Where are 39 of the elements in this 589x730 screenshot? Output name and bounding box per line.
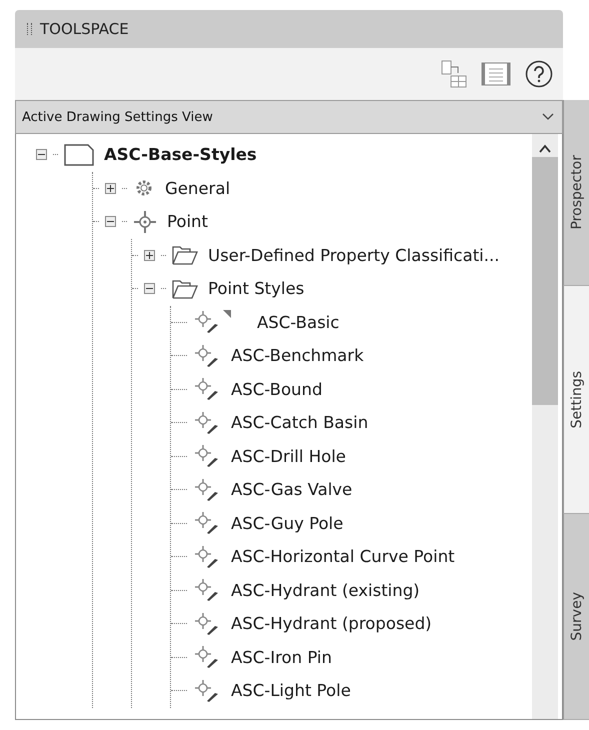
panel-title: TOOLSPACE	[40, 20, 129, 38]
tree-item[interactable]: Point	[163, 212, 208, 232]
side-tab[interactable]: Survey	[563, 514, 589, 720]
side-tab[interactable]: Prospector	[563, 100, 589, 286]
document-icon	[64, 144, 94, 166]
collapse-toggle[interactable]	[105, 216, 116, 228]
tree-item[interactable]: ASC-Light Pole	[227, 681, 351, 700]
tree-item[interactable]: ASC-Gas Valve	[227, 480, 352, 500]
side-tab[interactable]: Settings	[563, 286, 589, 514]
grip-icon[interactable]	[27, 23, 32, 35]
tree-item[interactable]: ASC-Bound	[227, 380, 322, 399]
collapse-toggle[interactable]	[144, 283, 155, 294]
scroll-thumb[interactable]	[532, 157, 558, 405]
folder-icon	[172, 278, 198, 299]
folder-icon	[172, 245, 198, 266]
expand-toggle[interactable]	[105, 182, 116, 194]
tree-item[interactable]: ASC-Benchmark	[227, 346, 364, 366]
help-icon[interactable]	[525, 60, 553, 88]
tree-item[interactable]: ASC-Drill Hole	[227, 446, 346, 466]
tree-item[interactable]: ASC-Catch Basin	[227, 413, 368, 432]
scroll-up-icon[interactable]	[539, 144, 551, 153]
tree-item[interactable]: User-Defined Property Classificati...	[204, 246, 500, 265]
scrollbar[interactable]	[532, 134, 558, 719]
tree-item[interactable]: ASC-Hydrant (existing)	[227, 580, 420, 600]
tree-item[interactable]: ASC-Horizontal Curve Point	[227, 547, 455, 566]
tree-item[interactable]: General	[161, 178, 230, 198]
chevron-down-icon	[542, 113, 554, 121]
table-export-icon[interactable]	[441, 60, 467, 88]
tree-item[interactable]: ASC-Iron Pin	[227, 648, 332, 667]
tree-item[interactable]: ASC-Base-Styles	[100, 145, 257, 164]
tree-item[interactable]: ASC-Hydrant (proposed)	[227, 614, 432, 634]
expand-toggle[interactable]	[144, 250, 155, 261]
tree-item[interactable]: ASC-Basic	[237, 312, 340, 332]
view-dropdown[interactable]: Active Drawing Settings View	[15, 100, 563, 134]
tree-item[interactable]: Point Styles	[204, 279, 304, 298]
collapse-toggle[interactable]	[36, 149, 47, 160]
list-icon[interactable]	[481, 62, 511, 86]
point-icon	[133, 210, 157, 234]
tree-item[interactable]: ASC-Guy Pole	[227, 514, 344, 533]
